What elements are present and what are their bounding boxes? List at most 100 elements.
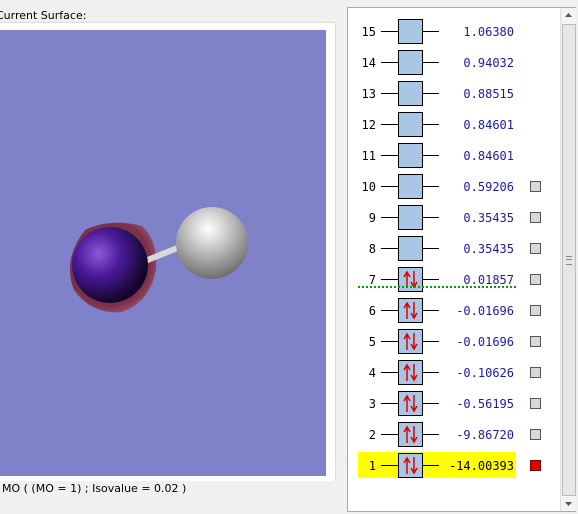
mo-energy: 0.84601 — [463, 118, 514, 132]
mo-level-row[interactable]: 10 0.59206 — [348, 173, 560, 203]
mo-level-row[interactable]: 8 0.35435 — [348, 235, 560, 265]
surface-checkbox[interactable] — [530, 367, 541, 378]
mo-energy: 0.84601 — [463, 149, 514, 163]
virtual-orbital-box[interactable] — [398, 81, 423, 106]
level-line — [381, 310, 398, 311]
electron-pair-icon — [403, 394, 418, 413]
mo-level-row[interactable]: 1 -14.00393 — [348, 452, 560, 482]
surface-checkbox[interactable] — [530, 460, 541, 471]
mo-number: 3 — [368, 397, 376, 411]
scroll-up-button[interactable] — [561, 8, 576, 23]
molecule-render — [69, 207, 248, 313]
electron-pair-icon — [403, 332, 418, 351]
level-line — [423, 217, 439, 218]
surface-checkbox[interactable] — [530, 274, 541, 285]
level-line — [423, 403, 439, 404]
mo-number: 13 — [361, 87, 376, 101]
mo-level-row[interactable]: 13 0.88515 — [348, 80, 560, 110]
mo-level-row[interactable]: 14 0.94032 — [348, 49, 560, 79]
mo-energy: -9.86720 — [456, 428, 514, 442]
electron-pair-icon — [403, 363, 418, 382]
surface-checkbox[interactable] — [530, 212, 541, 223]
virtual-orbital-box[interactable] — [398, 50, 423, 75]
homo-lumo-separator — [358, 286, 516, 288]
mo-level-row[interactable]: 15 1.06380 — [348, 18, 560, 48]
virtual-orbital-box[interactable] — [398, 236, 423, 261]
mo-number: 6 — [368, 304, 376, 318]
mo-energy: 0.94032 — [463, 56, 514, 70]
level-line — [381, 465, 398, 466]
occupied-orbital-box[interactable] — [398, 360, 423, 385]
level-line — [381, 93, 398, 94]
level-line — [423, 434, 439, 435]
level-line — [381, 403, 398, 404]
level-line — [423, 341, 439, 342]
level-line — [381, 341, 398, 342]
virtual-orbital-box[interactable] — [398, 174, 423, 199]
level-line — [423, 155, 439, 156]
mo-diagram-panel: 15 1.06380 14 0.94032 13 0.88515 12 0.84601 11 0.… — [347, 7, 576, 512]
virtual-orbital-box[interactable] — [398, 205, 423, 230]
occupied-orbital-box[interactable] — [398, 329, 423, 354]
virtual-orbital-box[interactable] — [398, 112, 423, 137]
mo-energy: 0.35435 — [463, 211, 514, 225]
mo-number: 2 — [368, 428, 376, 442]
level-line — [381, 124, 398, 125]
mo-number: 8 — [368, 242, 376, 256]
mo-energy: 0.01857 — [463, 273, 514, 287]
occupied-orbital-box[interactable] — [398, 391, 423, 416]
electron-pair-icon — [403, 301, 418, 320]
surface-checkbox[interactable] — [530, 305, 541, 316]
level-line — [381, 434, 398, 435]
mo-level-row[interactable]: 2 -9.86720 — [348, 421, 560, 451]
grip-icon — [566, 256, 572, 265]
occupied-orbital-box[interactable] — [398, 422, 423, 447]
mo-level-row[interactable]: 9 0.35435 — [348, 204, 560, 234]
scroll-down-button[interactable] — [561, 496, 576, 511]
mo-energy: -0.10626 — [456, 366, 514, 380]
surface-checkbox[interactable] — [530, 429, 541, 440]
status-text: MO ( (MO = 1) ; Isovalue = 0.02 ) — [2, 482, 187, 495]
occupied-orbital-box[interactable] — [398, 453, 423, 478]
level-line — [423, 93, 439, 94]
mo-number: 4 — [368, 366, 376, 380]
mo-energy: 0.88515 — [463, 87, 514, 101]
level-line — [423, 279, 439, 280]
level-line — [423, 124, 439, 125]
electron-pair-icon — [403, 425, 418, 444]
mo-level-row[interactable]: 3 -0.56195 — [348, 390, 560, 420]
surface-checkbox[interactable] — [530, 398, 541, 409]
iodine-atom — [72, 227, 148, 303]
scroll-thumb[interactable] — [562, 24, 576, 496]
surface-checkbox[interactable] — [530, 336, 541, 347]
mo-level-row[interactable]: 7 0.01857 — [348, 266, 560, 296]
mo-level-row[interactable]: 12 0.84601 — [348, 111, 560, 141]
vertical-scrollbar[interactable] — [560, 8, 576, 511]
occupied-orbital-box[interactable] — [398, 267, 423, 292]
level-line — [381, 279, 398, 280]
current-surface-label: Current Surface: — [0, 9, 87, 22]
surface-checkbox[interactable] — [530, 181, 541, 192]
mo-number: 14 — [361, 56, 376, 70]
surface-checkbox[interactable] — [530, 243, 541, 254]
mo-level-row[interactable]: 6 -0.01696 — [348, 297, 560, 327]
virtual-orbital-box[interactable] — [398, 19, 423, 44]
occupied-orbital-box[interactable] — [398, 298, 423, 323]
mo-number: 9 — [368, 211, 376, 225]
mo-level-list[interactable]: 15 1.06380 14 0.94032 13 0.88515 12 0.84601 11 0.… — [348, 8, 560, 511]
level-line — [381, 155, 398, 156]
mo-level-row[interactable]: 5 -0.01696 — [348, 328, 560, 358]
hydrogen-atom — [176, 207, 248, 279]
mo-level-row[interactable]: 4 -0.10626 — [348, 359, 560, 389]
virtual-orbital-box[interactable] — [398, 143, 423, 168]
molecule-viewport[interactable] — [0, 30, 326, 476]
level-line — [381, 372, 398, 373]
mo-level-row[interactable]: 11 0.84601 — [348, 142, 560, 172]
mo-number: 12 — [361, 118, 376, 132]
mo-energy: 1.06380 — [463, 25, 514, 39]
mo-energy: -14.00393 — [448, 459, 514, 473]
level-line — [423, 310, 439, 311]
level-line — [381, 31, 398, 32]
mo-number: 7 — [368, 273, 376, 287]
mo-energy: 0.59206 — [463, 180, 514, 194]
